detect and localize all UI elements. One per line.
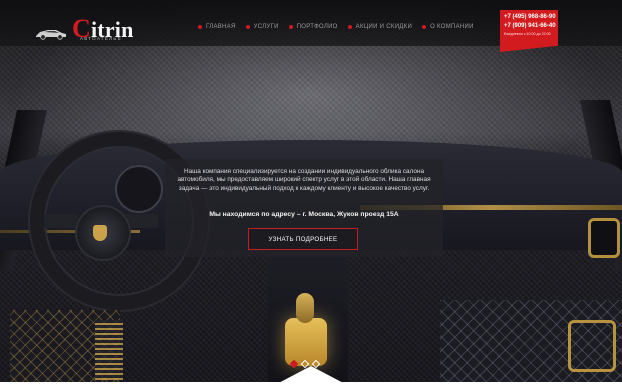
- nav-item-home[interactable]: ГЛАВНАЯ: [198, 24, 236, 30]
- nav-item-about[interactable]: О КОМПАНИИ: [422, 24, 474, 30]
- site-header: Citrin АВТОАТЕЛЬЕ ГЛАВНАЯ УСЛУГИ ПОРТФОЛ…: [0, 0, 622, 52]
- gold-floor-mat: [95, 320, 123, 380]
- contact-phones-badge: +7 (495) 968-86-90 +7 (909) 941-66-40 Еж…: [500, 10, 558, 52]
- car-logo-icon: [36, 30, 66, 40]
- hero-address: Мы находимся по адресу – г. Москва, Жуко…: [209, 211, 399, 218]
- nav-label: УСЛУГИ: [253, 24, 279, 30]
- phone-link-2[interactable]: +7 (909) 941-66-40: [504, 22, 556, 31]
- wheel-badge-icon: [93, 225, 107, 241]
- main-nav: ГЛАВНАЯ УСЛУГИ ПОРТФОЛИО АКЦИИ И СКИДКИ …: [198, 24, 474, 30]
- brand-tagline: АВТОАТЕЛЬЕ: [80, 36, 122, 41]
- nav-bullet-icon: [288, 25, 293, 29]
- hero-banner: Citrin АВТОАТЕЛЬЕ ГЛАВНАЯ УСЛУГИ ПОРТФОЛ…: [0, 0, 622, 387]
- nav-item-promotions[interactable]: АКЦИИ И СКИДКИ: [347, 24, 413, 30]
- nav-label: ПОРТФОЛИО: [296, 24, 338, 30]
- phone-link-1[interactable]: +7 (495) 968-86-90: [504, 13, 556, 22]
- nav-label: О КОМПАНИИ: [430, 24, 474, 30]
- slider-dot-icon[interactable]: [311, 359, 321, 369]
- nav-bullet-icon: [245, 25, 250, 29]
- nav-bullet-icon: [347, 25, 352, 29]
- nav-label: ГЛАВНАЯ: [206, 24, 236, 30]
- nav-item-services[interactable]: УСЛУГИ: [245, 24, 279, 30]
- nav-item-portfolio[interactable]: ПОРТФОЛИО: [288, 24, 338, 30]
- hero-description: Наша компания специализируется на создан…: [177, 168, 431, 192]
- slider-dots: [289, 359, 321, 369]
- air-vent: [588, 218, 620, 258]
- slider-dot-icon[interactable]: [300, 359, 310, 369]
- gold-door-trim: [568, 320, 616, 372]
- nav-bullet-icon: [198, 25, 202, 29]
- gear-knob: [296, 293, 314, 323]
- learn-more-button[interactable]: УЗНАТЬ ПОДРОБНЕЕ: [248, 228, 358, 250]
- nav-bullet-icon: [422, 25, 427, 29]
- wheel-spoke: [44, 214, 78, 228]
- working-hours: Ежедневно с 10:00 до 22:00: [504, 32, 551, 36]
- gold-shifter-base: [285, 318, 327, 366]
- slider-dot-icon[interactable]: [289, 359, 299, 369]
- nav-label: АКЦИИ И СКИДКИ: [355, 24, 413, 30]
